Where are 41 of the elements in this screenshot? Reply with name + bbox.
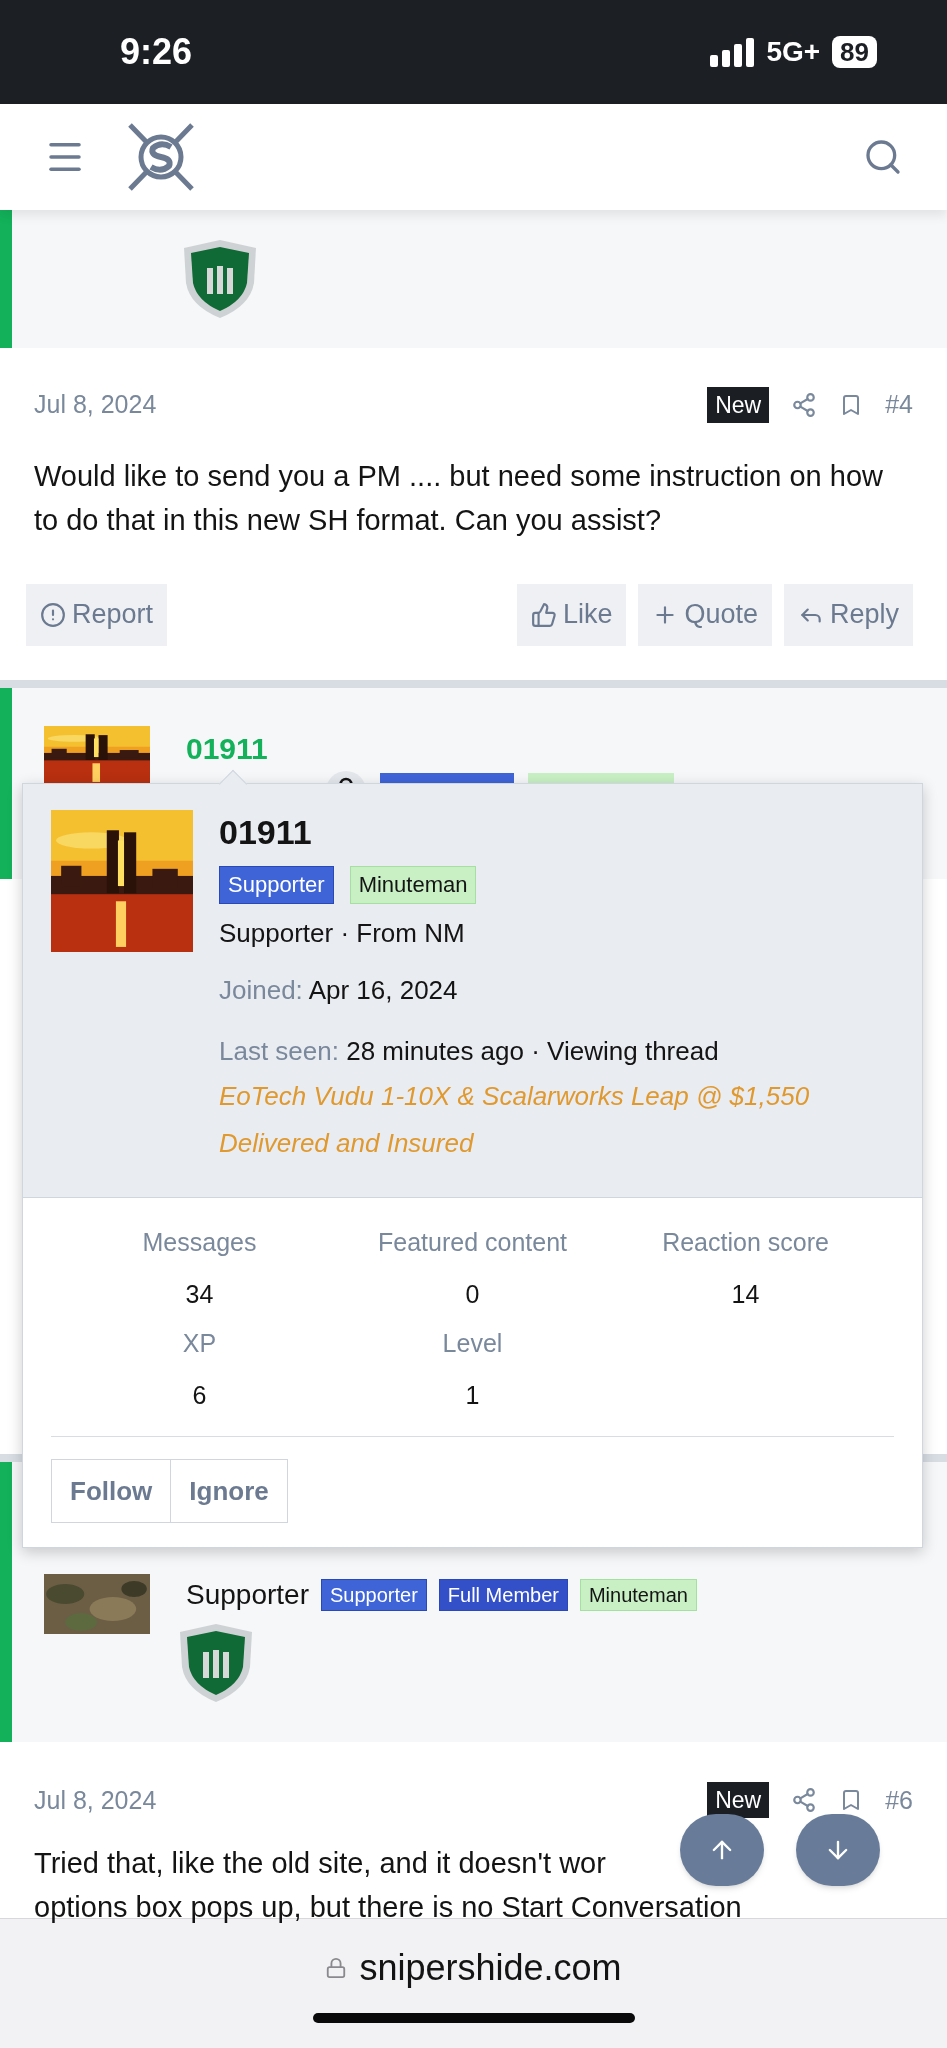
- user-badge: Minuteman: [349, 866, 477, 904]
- popup-user-name[interactable]: 01911: [219, 810, 922, 854]
- post-body-line: Tried that, like the old site, and it doesn't wor: [34, 1846, 606, 1881]
- reply-button[interactable]: Reply: [783, 583, 913, 646]
- new-label: New: [707, 1782, 770, 1819]
- report-button[interactable]: Report: [26, 583, 168, 646]
- post-number[interactable]: #6: [885, 1781, 913, 1819]
- quote-button[interactable]: Quote: [638, 583, 772, 646]
- user-badge: Minuteman: [579, 1578, 697, 1611]
- stat-label: Reaction score: [662, 1227, 829, 1258]
- stat-value: 34: [185, 1278, 214, 1310]
- last-seen-line: Last seen: 28 minutes ago · Viewing thread: [219, 1035, 720, 1068]
- user-name[interactable]: 01911: [186, 725, 674, 771]
- url-text[interactable]: snipershide.com: [359, 1941, 622, 1995]
- user-signature[interactable]: EoTech Vudu 1-10X & Scalarworks Leap @ $1,550 Delivered and Insured: [219, 1073, 922, 1167]
- post-body-line: options box pops up, but there is no Start Conversation: [34, 1890, 742, 1925]
- stat-value: 6: [192, 1379, 207, 1411]
- stat-label: XP: [182, 1328, 217, 1359]
- stat-value: 1: [465, 1379, 480, 1411]
- stat-label: Messages: [142, 1227, 257, 1258]
- network-label: 5G+: [766, 35, 821, 69]
- like-button[interactable]: Like: [516, 583, 627, 646]
- ignore-button[interactable]: Ignore: [170, 1459, 288, 1523]
- battery-level: 89: [832, 36, 877, 68]
- user-badge: Supporter: [219, 866, 334, 904]
- stat-value: 14: [731, 1278, 760, 1310]
- post-date: Jul 8, 2024: [34, 389, 157, 420]
- new-label: New: [707, 386, 770, 423]
- user-badge: Supporter: [320, 1578, 427, 1611]
- status-time: 9:26: [120, 30, 193, 74]
- joined-line: Joined: Apr 16, 2024: [219, 974, 459, 1007]
- post-number[interactable]: #4: [885, 386, 913, 424]
- user-badge: Full Member: [438, 1578, 568, 1611]
- post-date: Jul 8, 2024: [34, 1784, 157, 1816]
- stat-label: Featured content: [378, 1227, 567, 1258]
- post-body: Would like to send you a PM .... but need some instruction on how to do that in this new SH format. Can you assist?: [34, 458, 884, 538]
- stat-value: 0: [465, 1278, 480, 1310]
- user-title: Supporter: [186, 1577, 309, 1612]
- follow-button[interactable]: Follow: [51, 1459, 172, 1523]
- stat-label: Level: [442, 1328, 503, 1359]
- user-title: Supporter · From NM: [219, 917, 466, 950]
